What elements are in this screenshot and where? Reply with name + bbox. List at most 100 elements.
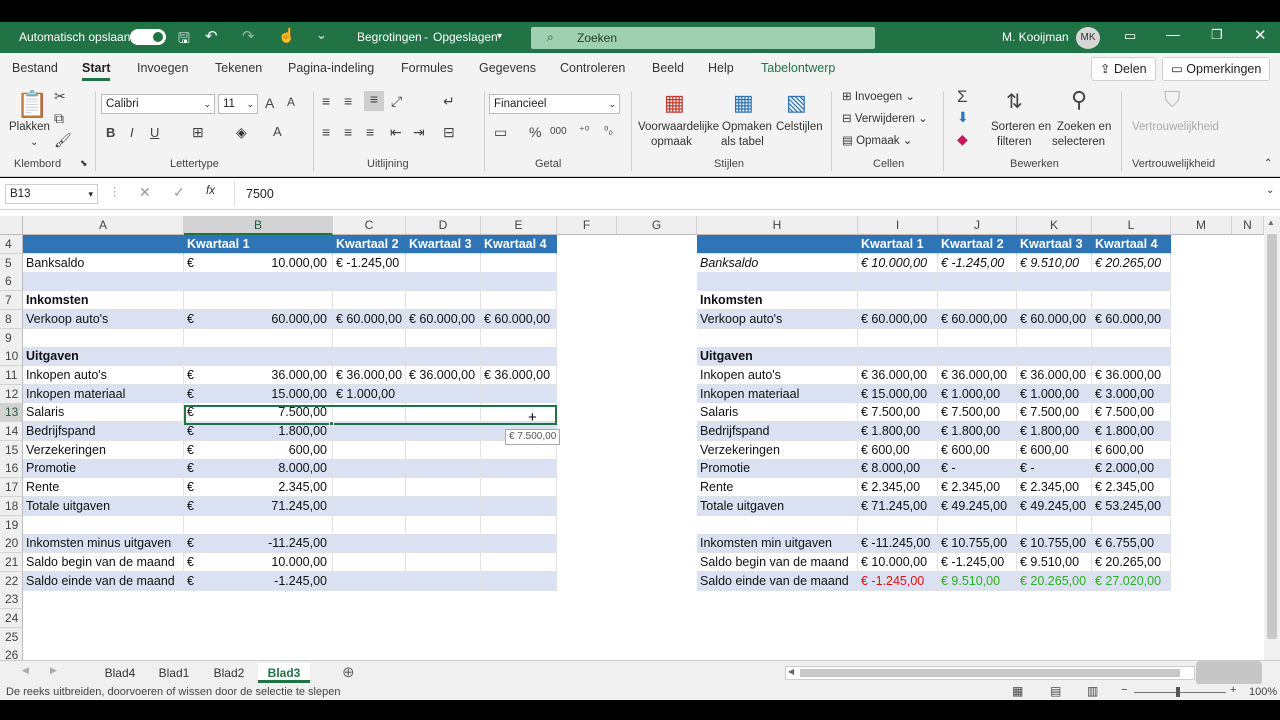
conditional-formatting-label[interactable]: Voorwaardelijke bbox=[638, 121, 719, 133]
minimize-icon[interactable]: — bbox=[1166, 26, 1180, 42]
scroll-left-icon[interactable]: ◀ bbox=[788, 667, 794, 676]
cell-h11[interactable]: Inkopen auto's bbox=[697, 365, 858, 385]
cell-h13[interactable]: Salaris bbox=[697, 403, 858, 423]
insert-function-icon[interactable]: fx bbox=[206, 185, 215, 197]
cell-a17[interactable]: Rente bbox=[23, 478, 184, 498]
cell-k9[interactable] bbox=[1017, 328, 1092, 348]
row-header-21[interactable]: 21 bbox=[0, 552, 23, 572]
cell-c21[interactable] bbox=[333, 552, 406, 572]
font-size-select[interactable]: 11 ⌄ bbox=[218, 94, 258, 114]
cell-c22[interactable] bbox=[333, 571, 406, 591]
cell-k13[interactable]: € 7.500,00 bbox=[1017, 403, 1092, 423]
cell-k18[interactable]: € 49.245,00 bbox=[1017, 496, 1092, 516]
cell-a20[interactable]: Inkomsten minus uitgaven bbox=[23, 534, 184, 554]
align-left-icon[interactable]: ≡ bbox=[322, 124, 330, 140]
header-b[interactable]: Kwartaal 1 bbox=[184, 235, 333, 254]
cell-l16[interactable]: € 2.000,00 bbox=[1092, 459, 1171, 479]
percent-icon[interactable]: % bbox=[529, 124, 541, 140]
cell-b16[interactable]: €8.000,00 bbox=[184, 459, 333, 479]
cell-i18[interactable]: € 71.245,00 bbox=[858, 496, 938, 516]
sort-filter-icon[interactable]: ⇅ bbox=[1006, 89, 1023, 114]
cell-b9[interactable] bbox=[184, 328, 333, 348]
tab-beeld[interactable]: Beeld bbox=[652, 61, 684, 75]
row-header-18[interactable]: 18 bbox=[0, 496, 23, 516]
cell-c17[interactable] bbox=[333, 478, 406, 498]
undo-icon[interactable]: ↶ bbox=[205, 27, 218, 45]
cell-l7[interactable] bbox=[1092, 291, 1171, 311]
cell-j17[interactable]: € 2.345,00 bbox=[938, 478, 1017, 498]
cell-e9[interactable] bbox=[481, 328, 557, 348]
cancel-icon[interactable]: ✕ bbox=[139, 184, 151, 201]
cell-i16[interactable]: € 8.000,00 bbox=[858, 459, 938, 479]
cell-h10[interactable]: Uitgaven bbox=[697, 347, 858, 367]
tab-bestand[interactable]: Bestand bbox=[12, 61, 58, 75]
zoom-slider[interactable] bbox=[1134, 692, 1226, 693]
cell-d21[interactable] bbox=[406, 552, 481, 572]
cell-styles-label[interactable]: Celstijlen bbox=[776, 121, 823, 133]
row-header-7[interactable]: 7 bbox=[0, 291, 23, 311]
cell-d22[interactable] bbox=[406, 571, 481, 591]
share-button[interactable]: ⇪ Delen bbox=[1091, 57, 1156, 81]
cell-d7[interactable] bbox=[406, 291, 481, 311]
cell-l18[interactable]: € 53.245,00 bbox=[1092, 496, 1171, 516]
header-c[interactable]: Kwartaal 2 bbox=[333, 235, 406, 254]
document-title[interactable]: Begrotingen bbox=[357, 30, 422, 44]
cell-c9[interactable] bbox=[333, 328, 406, 348]
collapse-ribbon-icon[interactable]: ⌃ bbox=[1264, 158, 1272, 169]
cell-d15[interactable] bbox=[406, 440, 481, 460]
cell-i7[interactable] bbox=[858, 291, 938, 311]
find-select-icon[interactable]: ⚲ bbox=[1071, 87, 1087, 113]
document-status[interactable]: Opgeslagen bbox=[433, 30, 498, 44]
cell-k19[interactable] bbox=[1017, 515, 1092, 535]
avatar[interactable]: MK bbox=[1076, 27, 1100, 49]
column-header-a[interactable]: A bbox=[23, 216, 184, 235]
merge-center-icon[interactable]: ⊟ bbox=[443, 124, 455, 141]
cell-l10[interactable] bbox=[1092, 347, 1171, 367]
cell-l6[interactable] bbox=[1092, 272, 1171, 292]
cell-h15[interactable]: Verzekeringen bbox=[697, 440, 858, 460]
cell-d20[interactable] bbox=[406, 534, 481, 554]
cell-b19[interactable] bbox=[184, 515, 333, 535]
cell-j18[interactable]: € 49.245,00 bbox=[938, 496, 1017, 516]
cell-c7[interactable] bbox=[333, 291, 406, 311]
header-e[interactable]: Kwartaal 4 bbox=[481, 235, 557, 254]
cell-c5[interactable]: € -1.245,00 bbox=[333, 253, 406, 273]
tab-tekenen[interactable]: Tekenen bbox=[215, 61, 262, 75]
cell-l19[interactable] bbox=[1092, 515, 1171, 535]
cell-k22[interactable]: € 20.265,00 bbox=[1017, 571, 1092, 591]
cell-c10[interactable] bbox=[333, 347, 406, 367]
cell-j7[interactable] bbox=[938, 291, 1017, 311]
row-header-11[interactable]: 11 bbox=[0, 365, 23, 385]
find-select-label-2[interactable]: selecteren bbox=[1052, 136, 1105, 148]
row-header-26[interactable]: 26 bbox=[0, 646, 23, 660]
close-icon[interactable]: ✕ bbox=[1254, 26, 1267, 44]
zoom-out-icon[interactable]: − bbox=[1121, 684, 1127, 696]
row-header-12[interactable]: 12 bbox=[0, 384, 23, 404]
tab-formules[interactable]: Formules bbox=[401, 61, 453, 75]
cut-icon[interactable]: ✂ bbox=[54, 88, 66, 105]
hscroll-thumb[interactable] bbox=[800, 669, 1180, 677]
cell-l8[interactable]: € 60.000,00 bbox=[1092, 309, 1171, 329]
search-box[interactable]: ⌕ Zoeken bbox=[531, 27, 875, 49]
autosave-toggle[interactable] bbox=[130, 29, 166, 45]
cell-d10[interactable] bbox=[406, 347, 481, 367]
row-header-23[interactable]: 23 bbox=[0, 590, 23, 610]
align-top-icon[interactable]: ≡ bbox=[322, 93, 330, 109]
cell-j12[interactable]: € 1.000,00 bbox=[938, 384, 1017, 404]
worksheet-grid[interactable]: ABCDEFGHIJKLMN 4 5 6 7 8 9 10 11 12 13 14 15 16 17 18 1… bbox=[0, 210, 1280, 660]
row-header-9[interactable]: 9 bbox=[0, 328, 23, 348]
cell-l5[interactable]: € 20.265,00 bbox=[1092, 253, 1171, 273]
cell-b8[interactable]: €60.000,00 bbox=[184, 309, 333, 329]
sheet-tab-blad4[interactable]: Blad4 bbox=[95, 663, 145, 683]
cell-i21[interactable]: € 10.000,00 bbox=[858, 552, 938, 572]
cell-b22[interactable]: € -1.245,00 bbox=[184, 571, 333, 591]
cell-i19[interactable] bbox=[858, 515, 938, 535]
format-as-table-icon[interactable]: ▦ bbox=[733, 90, 754, 116]
tab-gegevens[interactable]: Gegevens bbox=[479, 61, 536, 75]
cell-d16[interactable] bbox=[406, 459, 481, 479]
vertical-scrollbar[interactable]: ▲ bbox=[1264, 216, 1280, 660]
cell-j13[interactable]: € 7.500,00 bbox=[938, 403, 1017, 423]
comments-button[interactable]: ▭ Opmerkingen bbox=[1162, 57, 1271, 81]
cell-a13[interactable]: Salaris bbox=[23, 403, 184, 423]
zoom-level[interactable]: 100% bbox=[1249, 686, 1277, 698]
